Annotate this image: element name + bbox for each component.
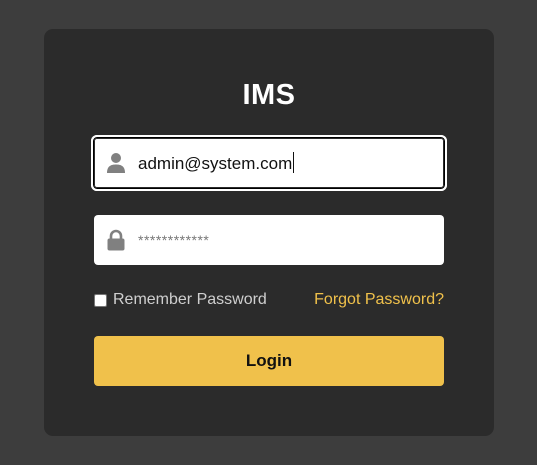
email-value[interactable]: admin@system.com: [138, 152, 295, 174]
remember-label: Remember Password: [113, 291, 267, 308]
password-value[interactable]: ************: [138, 232, 209, 248]
email-field[interactable]: admin@system.com: [91, 135, 447, 191]
password-field[interactable]: ************: [94, 215, 444, 265]
lock-icon: [106, 229, 126, 251]
login-button[interactable]: Login: [94, 336, 444, 386]
login-card: IMS admin@system.com ************ Rememb…: [44, 29, 494, 436]
form-options: Remember Password Forgot Password?: [94, 291, 444, 311]
user-icon: [106, 152, 126, 174]
remember-checkbox[interactable]: [94, 293, 107, 307]
forgot-password-link[interactable]: Forgot Password?: [314, 291, 444, 309]
app-title: IMS: [242, 79, 296, 111]
remember-password[interactable]: Remember Password: [94, 291, 267, 309]
